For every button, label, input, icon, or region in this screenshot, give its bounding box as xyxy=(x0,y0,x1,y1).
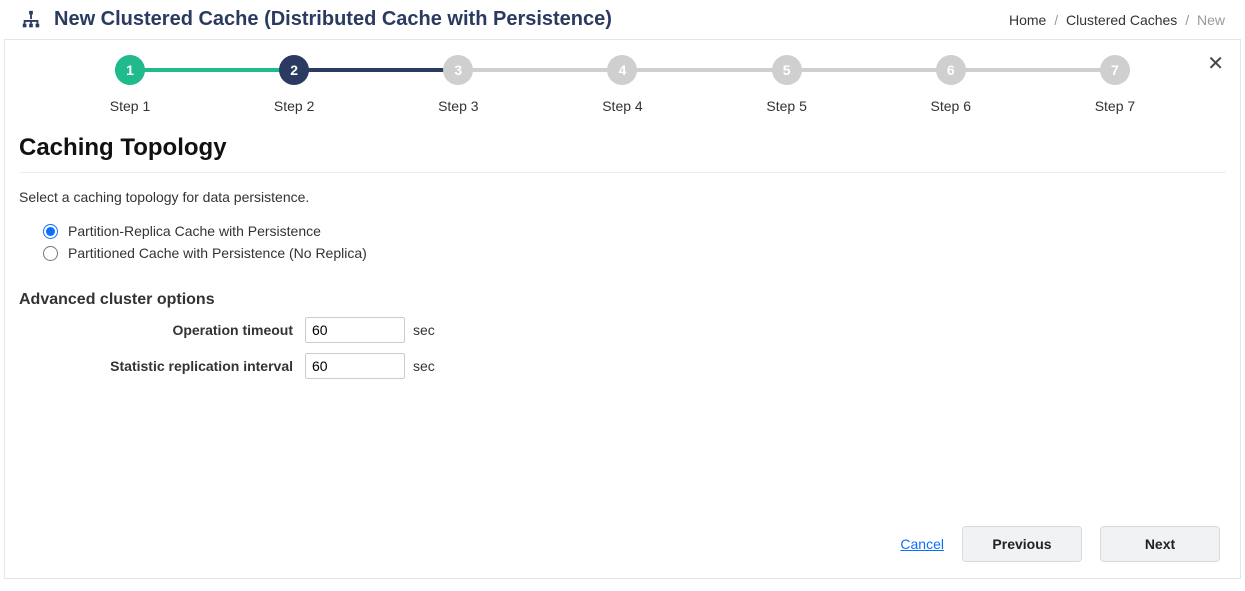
page-title: New Clustered Cache (Distributed Cache w… xyxy=(54,8,612,31)
step-label: Step 7 xyxy=(1085,98,1145,114)
field-unit: sec xyxy=(413,358,435,374)
advanced-options-title: Advanced cluster options xyxy=(5,267,1240,317)
breadcrumb-current: New xyxy=(1197,12,1225,28)
section-divider xyxy=(19,172,1226,173)
operation-timeout-input[interactable] xyxy=(305,317,405,343)
advanced-field-row: Statistic replication interval sec xyxy=(5,353,1240,379)
field-unit: sec xyxy=(413,322,435,338)
step-circle-4[interactable]: 4 xyxy=(607,55,637,85)
step-circle-3[interactable]: 3 xyxy=(443,55,473,85)
topology-label: Partition-Replica Cache with Persistence xyxy=(68,223,321,239)
advanced-field-row: Operation timeout sec xyxy=(5,317,1240,343)
step-circle-5[interactable]: 5 xyxy=(772,55,802,85)
topology-label: Partitioned Cache with Persistence (No R… xyxy=(68,245,367,261)
field-label: Statistic replication interval xyxy=(5,358,305,374)
close-button[interactable]: ✕ xyxy=(1203,50,1228,78)
section-title: Caching Topology xyxy=(5,128,1240,172)
breadcrumb: Home / Clustered Caches / New xyxy=(1009,12,1225,28)
breadcrumb-clustered-caches[interactable]: Clustered Caches xyxy=(1066,12,1177,28)
step-label: Step 3 xyxy=(428,98,488,114)
step-circle-1[interactable]: 1 xyxy=(115,55,145,85)
step-circle-6[interactable]: 6 xyxy=(936,55,966,85)
topology-option[interactable]: Partitioned Cache with Persistence (No R… xyxy=(43,245,1226,261)
topology-radio-group: Partition-Replica Cache with Persistence… xyxy=(5,223,1240,267)
topology-radio[interactable] xyxy=(43,224,58,239)
close-icon: ✕ xyxy=(1207,53,1224,75)
stat-replication-interval-input[interactable] xyxy=(305,353,405,379)
cancel-link[interactable]: Cancel xyxy=(900,536,944,552)
step-circle-7[interactable]: 7 xyxy=(1100,55,1130,85)
previous-button[interactable]: Previous xyxy=(962,526,1082,562)
section-instruction: Select a caching topology for data persi… xyxy=(5,189,1240,223)
breadcrumb-separator: / xyxy=(1185,12,1189,28)
sitemap-icon xyxy=(20,9,42,31)
step-label: Step 4 xyxy=(592,98,652,114)
topology-radio[interactable] xyxy=(43,246,58,261)
step-label: Step 5 xyxy=(757,98,817,114)
topology-option[interactable]: Partition-Replica Cache with Persistence xyxy=(43,223,1226,239)
field-label: Operation timeout xyxy=(5,322,305,338)
step-label: Step 6 xyxy=(921,98,981,114)
breadcrumb-home[interactable]: Home xyxy=(1009,12,1046,28)
step-circle-2[interactable]: 2 xyxy=(279,55,309,85)
step-label: Step 2 xyxy=(264,98,324,114)
wizard-stepper: 1234567 Step 1Step 2Step 3Step 4Step 5St… xyxy=(115,68,1130,114)
breadcrumb-separator: / xyxy=(1054,12,1058,28)
next-button[interactable]: Next xyxy=(1100,526,1220,562)
step-label: Step 1 xyxy=(100,98,160,114)
wizard-panel: ✕ 1 2 3 4 5 6 7 Step 1 Step 2 Step 3 Step 4 Step 5… xyxy=(4,39,1241,579)
